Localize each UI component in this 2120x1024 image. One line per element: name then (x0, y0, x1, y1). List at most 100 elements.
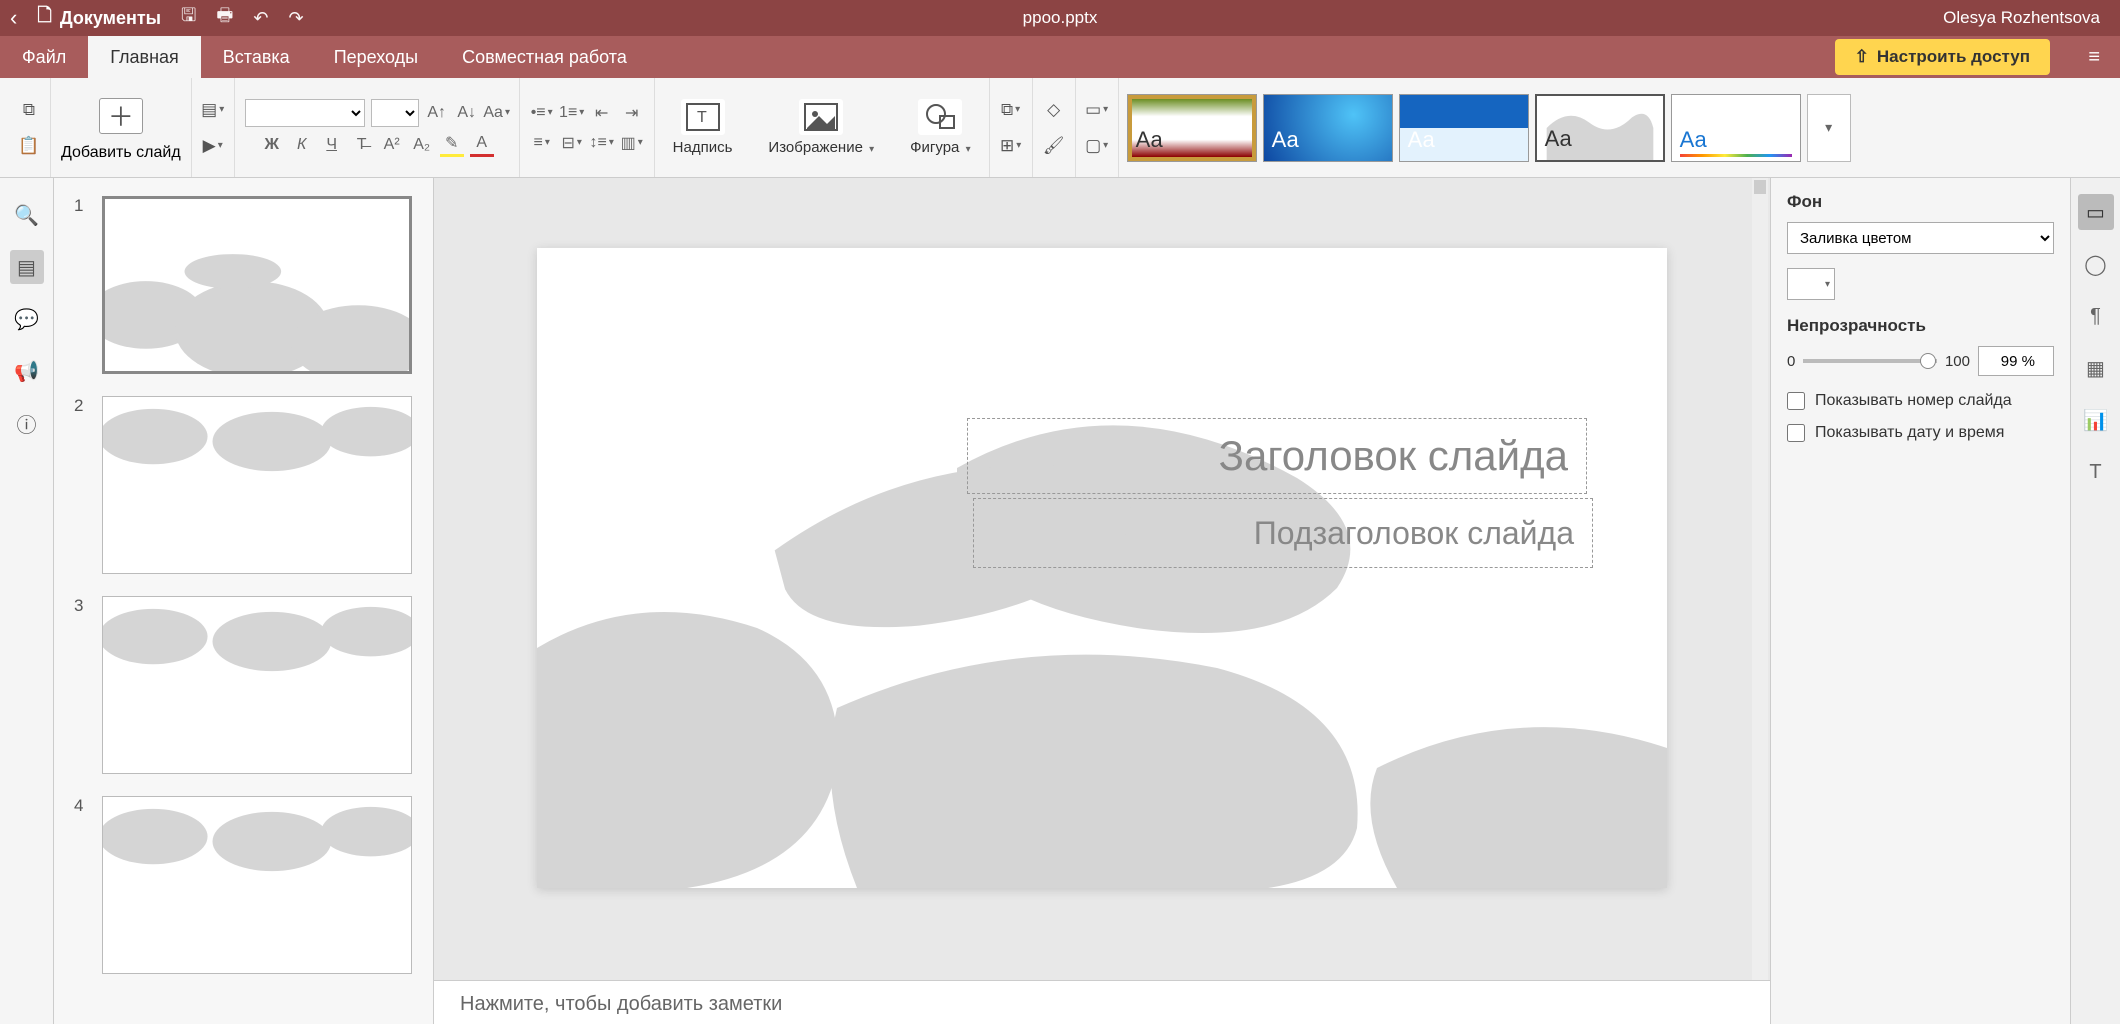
shape-settings-tab-icon[interactable]: ◯ (2078, 246, 2114, 282)
fill-type-select[interactable]: Заливка цветом (1787, 222, 2054, 254)
slide-canvas[interactable]: Заголовок слайда Подзаголовок слайда (537, 248, 1667, 888)
right-toolbar: ▭ ◯ ¶ ▦ 📊 T (2070, 178, 2120, 1024)
theme-thumb-1[interactable]: Аа (1127, 94, 1257, 162)
theme-gallery: Аа Аа Аа Аа Аа ▾ (1119, 78, 1859, 177)
add-slide-label: Добавить слайд (61, 144, 181, 162)
bullets-icon[interactable]: •≡▾ (530, 101, 554, 125)
menu-collab[interactable]: Совместная работа (440, 36, 649, 78)
add-slide-button[interactable]: ＋ (91, 94, 151, 138)
theme-thumb-5[interactable]: Аа (1671, 94, 1801, 162)
show-date-row[interactable]: Показывать дату и время (1787, 424, 2054, 442)
notes-area[interactable]: Нажмите, чтобы добавить заметки (434, 980, 1770, 1024)
redo-icon[interactable]: ↷ (288, 8, 303, 29)
slide-thumb-2[interactable] (102, 396, 412, 574)
eraser-icon[interactable]: ◇ (1041, 97, 1067, 123)
indent-icon[interactable]: ⇥ (620, 101, 644, 125)
outdent-icon[interactable]: ⇤ (590, 101, 614, 125)
play-icon[interactable]: ▶▾ (200, 133, 226, 159)
paragraph-settings-tab-icon[interactable]: ¶ (2078, 298, 2114, 334)
title-placeholder[interactable]: Заголовок слайда (967, 418, 1587, 494)
table-settings-tab-icon[interactable]: ▦ (2078, 350, 2114, 386)
vertical-scrollbar[interactable] (1752, 178, 1768, 980)
user-name[interactable]: Olesya Rozhentsova (1943, 8, 2100, 28)
bold-icon[interactable]: Ж (260, 133, 284, 157)
layout-icon[interactable]: ▤▾ (200, 97, 226, 123)
work-area: 🔍 ▤ 💬 📢 ⓘ 1 2 3 4 (0, 178, 2120, 1024)
show-slide-number-row[interactable]: Показывать номер слайда (1787, 392, 2054, 410)
copy-icon[interactable]: ⧉ (16, 97, 42, 123)
theme-aa-1: Аа (1136, 127, 1163, 153)
show-slide-number-checkbox[interactable] (1787, 392, 1805, 410)
share-button[interactable]: ⇧ Настроить доступ (1835, 39, 2050, 75)
menu-home[interactable]: Главная (88, 36, 201, 78)
ribbon-toolbar: ⧉ 📋 ＋ Добавить слайд ▤▾ ▶▾ A↑ A↓ Aa▾ Ж К… (0, 78, 2120, 178)
shape-label: Фигура ▾ (910, 139, 970, 156)
paste-icon[interactable]: 📋 (16, 133, 42, 159)
change-case-icon[interactable]: Aa▾ (485, 101, 509, 125)
theme-more-button[interactable]: ▾ (1807, 94, 1851, 162)
opacity-min: 0 (1787, 353, 1795, 370)
slide-thumb-1[interactable] (102, 196, 412, 374)
line-spacing-icon[interactable]: ↕≡▾ (590, 131, 614, 155)
menu-transitions[interactable]: Переходы (312, 36, 440, 78)
subscript-icon[interactable]: A₂ (410, 133, 434, 157)
font-family-select[interactable] (245, 99, 365, 127)
theme-aa-3: Аа (1408, 127, 1435, 153)
feedback-icon[interactable]: 📢 (10, 354, 44, 388)
svg-text:T: T (697, 109, 707, 126)
font-color-icon[interactable]: A (470, 133, 494, 157)
theme-thumb-4[interactable]: Аа (1535, 94, 1665, 162)
fill-color-swatch[interactable]: ▾ (1787, 268, 1835, 300)
documents-label: Документы (60, 8, 161, 29)
columns-icon[interactable]: ▥▾ (620, 131, 644, 155)
comments-icon[interactable]: 💬 (10, 302, 44, 336)
theme-thumb-2[interactable]: Аа (1263, 94, 1393, 162)
slide-thumb-3[interactable] (102, 596, 412, 774)
increase-font-icon[interactable]: A↑ (425, 101, 449, 125)
slide-color-icon[interactable]: ▭▾ (1084, 97, 1110, 123)
search-icon[interactable]: 🔍 (10, 198, 44, 232)
scroll-thumb[interactable] (1754, 180, 1766, 194)
menu-file[interactable]: Файл (0, 36, 88, 78)
align-objects-icon[interactable]: ⊞▾ (998, 133, 1024, 159)
strike-icon[interactable]: Т̶ (350, 133, 374, 157)
shape-button[interactable]: Фигура ▾ (902, 95, 978, 160)
underline-icon[interactable]: Ч (320, 133, 344, 157)
undo-icon[interactable]: ↶ (253, 8, 268, 29)
slide-stage[interactable]: Заголовок слайда Подзаголовок слайда (434, 178, 1770, 980)
app-icon: 🗋 (37, 3, 51, 33)
align-v-icon[interactable]: ⊟▾ (560, 131, 584, 155)
text-settings-tab-icon[interactable]: T (2078, 454, 2114, 490)
highlight-icon[interactable]: ✎ (440, 133, 464, 157)
chart-settings-tab-icon[interactable]: 📊 (2078, 402, 2114, 438)
font-size-select[interactable] (371, 99, 419, 127)
slide-thumb-4[interactable] (102, 796, 412, 974)
italic-icon[interactable]: К (290, 133, 314, 157)
slide-settings-tab-icon[interactable]: ▭ (2078, 194, 2114, 230)
theme-thumb-3[interactable]: Аа (1399, 94, 1529, 162)
arrange-icon[interactable]: ⧉▾ (998, 97, 1024, 123)
hamburger-icon[interactable]: ≡ (2088, 46, 2100, 69)
format-painter-icon[interactable]: 🖌 (1041, 133, 1067, 159)
numbering-icon[interactable]: 1≡▾ (560, 101, 584, 125)
left-toolbar: 🔍 ▤ 💬 📢 ⓘ (0, 178, 54, 1024)
slide-settings-icon[interactable]: ▢▾ (1084, 133, 1110, 159)
opacity-slider[interactable] (1803, 359, 1937, 363)
opacity-input[interactable] (1978, 346, 2054, 376)
background-heading: Фон (1787, 192, 2054, 212)
documents-link[interactable]: 🗋 Документы (37, 3, 161, 33)
show-date-checkbox[interactable] (1787, 424, 1805, 442)
menu-insert[interactable]: Вставка (201, 36, 312, 78)
image-button[interactable]: Изображение ▾ (760, 95, 882, 160)
save-icon[interactable]: 🖫 (181, 3, 196, 33)
show-date-label: Показывать дату и время (1815, 424, 2004, 442)
subtitle-placeholder[interactable]: Подзаголовок слайда (973, 498, 1593, 568)
print-icon[interactable]: 🖶 (216, 3, 233, 33)
textbox-button[interactable]: T Надпись (665, 95, 741, 160)
superscript-icon[interactable]: A² (380, 133, 404, 157)
back-icon[interactable]: ‹ (10, 5, 17, 31)
info-icon[interactable]: ⓘ (10, 406, 44, 440)
decrease-font-icon[interactable]: A↓ (455, 101, 479, 125)
align-h-icon[interactable]: ≡▾ (530, 131, 554, 155)
slides-view-icon[interactable]: ▤ (10, 250, 44, 284)
